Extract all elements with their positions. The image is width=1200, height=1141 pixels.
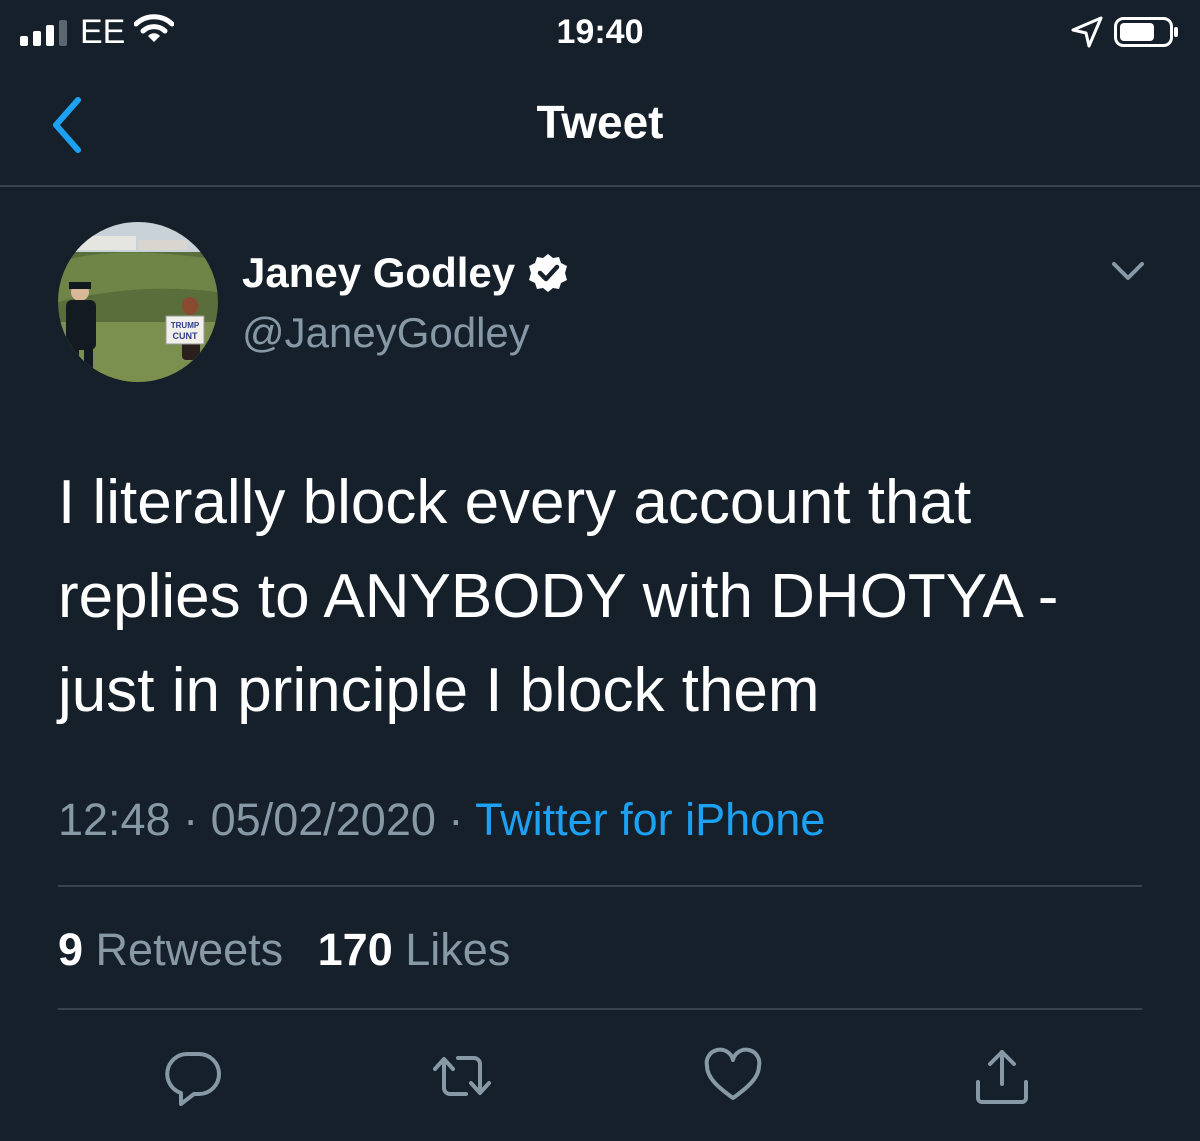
status-time: 19:40 xyxy=(556,13,644,51)
tweet-text-line: replies to ANYBODY with DHOTYA - xyxy=(58,562,1059,631)
divider xyxy=(58,1008,1142,1010)
tweet-text-line: I literally block every account that xyxy=(58,468,972,537)
like-button[interactable] xyxy=(701,1044,765,1108)
battery-icon xyxy=(1114,17,1178,47)
tweet-time: 12:48 xyxy=(58,794,171,845)
meta-separator: · xyxy=(183,794,199,845)
tweet-stats: 9 Retweets 170 Likes xyxy=(58,922,532,978)
sign-text-line-2: CUNT xyxy=(173,331,198,341)
chevron-down-icon[interactable] xyxy=(1106,252,1150,288)
tweet-meta: 12:48 · 05/02/2020 · Twitter for iPhone xyxy=(58,792,825,848)
like-icon xyxy=(704,1047,762,1100)
nav-header: Tweet xyxy=(0,64,1200,187)
tweet-source-link[interactable]: Twitter for iPhone xyxy=(475,794,825,845)
author-name-row[interactable]: Janey Godley xyxy=(242,248,569,298)
author-handle: @JaneyGodley xyxy=(242,309,530,356)
verified-badge-icon xyxy=(529,254,568,292)
tweet-text-line: just in principle I block them xyxy=(58,656,820,725)
meta-separator: · xyxy=(448,794,464,845)
tweet-text: I literally block every account that rep… xyxy=(58,456,1168,738)
retweets-stat[interactable]: 9 Retweets xyxy=(58,924,296,975)
share-button[interactable] xyxy=(970,1044,1034,1108)
tweet-date: 05/02/2020 xyxy=(210,794,436,845)
retweets-label: Retweets xyxy=(95,924,284,975)
location-arrow-icon xyxy=(1071,16,1103,48)
divider xyxy=(58,885,1142,887)
avatar-photo: TRUMP CUNT xyxy=(58,222,218,382)
share-icon xyxy=(976,1050,1028,1104)
author-name: Janey Godley xyxy=(242,249,516,296)
reply-icon xyxy=(165,1052,221,1106)
status-bar: EE 19:40 xyxy=(0,0,1200,64)
likes-stat[interactable]: 170 Likes xyxy=(318,924,511,975)
sign-text-line-1: TRUMP xyxy=(171,321,200,330)
retweet-icon xyxy=(433,1056,491,1096)
retweets-count: 9 xyxy=(58,924,84,975)
page-title: Tweet xyxy=(536,96,664,148)
likes-count: 170 xyxy=(317,924,393,975)
reply-button[interactable] xyxy=(161,1044,225,1108)
retweet-button[interactable] xyxy=(430,1044,494,1108)
avatar[interactable]: TRUMP CUNT xyxy=(58,222,218,382)
likes-label: Likes xyxy=(405,924,511,975)
